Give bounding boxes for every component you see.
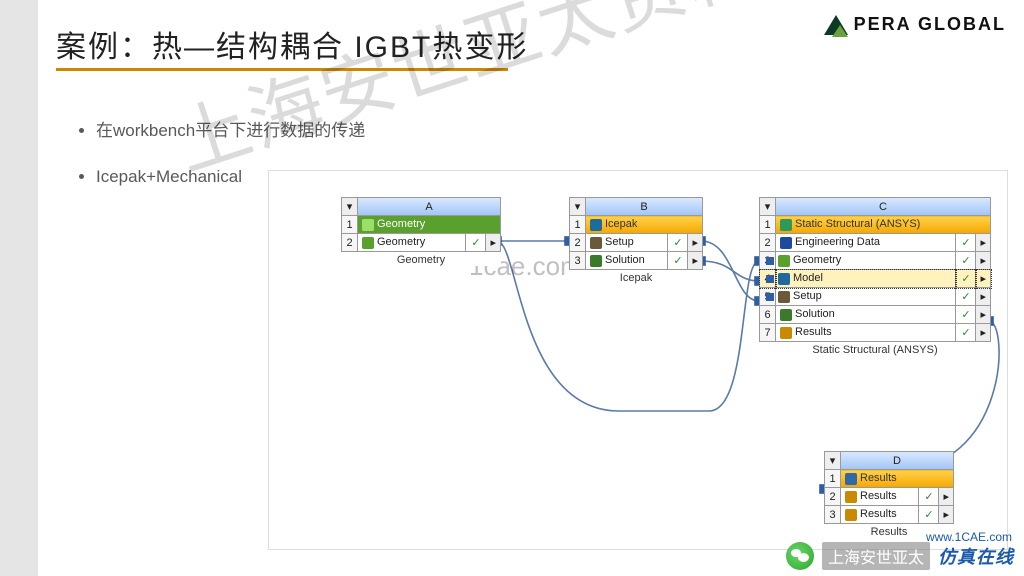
icepak-icon <box>590 219 602 231</box>
dropdown-icon[interactable]: ▾ <box>825 452 841 470</box>
setup-icon <box>778 291 790 303</box>
system-block-b[interactable]: ▾B 1Icepak 2Setup✓▸ 3Solution✓▸ Icepak <box>569 197 703 284</box>
footer-brand: 仿真在线 <box>938 543 1014 569</box>
system-header-cell[interactable]: Static Structural (ANSYS) <box>776 216 991 234</box>
check-icon: ✓ <box>668 252 688 270</box>
dropdown-icon[interactable]: ▾ <box>570 198 586 216</box>
solution-icon <box>780 309 792 321</box>
cell-model-selected[interactable]: Model <box>776 270 956 288</box>
check-icon: ✓ <box>956 324 976 342</box>
footer-right: 上海安世亚太 仿真在线 <box>786 542 1014 570</box>
column-letter: C <box>776 198 991 216</box>
wechat-icon <box>786 542 814 570</box>
dropdown-icon[interactable]: ▾ <box>342 198 358 216</box>
check-icon: ✓ <box>956 306 976 324</box>
column-letter: A <box>358 198 501 216</box>
link-port-icon <box>766 293 774 301</box>
footer-company: 上海安世亚太 <box>822 542 930 570</box>
results-icon <box>780 327 792 339</box>
check-icon: ✓ <box>919 506 939 524</box>
check-icon: ✓ <box>466 234 486 252</box>
brand-logo: PERA GLOBAL <box>824 14 1006 35</box>
geometry-icon <box>362 237 374 249</box>
link-port-icon <box>766 275 774 283</box>
cell-solution[interactable]: Solution <box>586 252 668 270</box>
cell-engineering-data[interactable]: Engineering Data <box>776 234 956 252</box>
logo-text: PERA GLOBAL <box>854 14 1006 35</box>
cell-results[interactable]: Results <box>841 488 919 506</box>
setup-icon <box>590 237 602 249</box>
solution-icon <box>590 255 602 267</box>
check-icon: ✓ <box>668 234 688 252</box>
geometry-icon <box>362 219 374 231</box>
column-letter: D <box>841 452 954 470</box>
check-icon: ✓ <box>956 234 976 252</box>
check-icon: ✓ <box>956 270 976 288</box>
check-icon: ✓ <box>956 288 976 306</box>
system-block-c[interactable]: ▾C 1Static Structural (ANSYS) 2Engineeri… <box>759 197 991 356</box>
system-block-a[interactable]: ▾A 1Geometry 2Geometry✓▸ Geometry <box>341 197 501 266</box>
geometry-icon <box>778 255 790 267</box>
system-header-cell[interactable]: Geometry <box>358 216 501 234</box>
block-caption: Geometry <box>341 254 501 266</box>
cell-geometry[interactable]: Geometry <box>358 234 466 252</box>
slide-title: 案例：热—结构耦合 IGBT热变形 <box>56 22 528 66</box>
title-underline <box>56 68 508 71</box>
check-icon: ✓ <box>919 488 939 506</box>
structural-icon <box>780 219 792 231</box>
model-icon <box>778 273 790 285</box>
results-icon <box>845 491 857 503</box>
dropdown-icon[interactable]: ▾ <box>760 198 776 216</box>
cell-setup[interactable]: Setup <box>776 288 956 306</box>
cell-results[interactable]: Results <box>841 506 919 524</box>
results-sys-icon <box>845 473 857 485</box>
cell-results[interactable]: Results <box>776 324 956 342</box>
bullet-item: 在workbench平台下进行数据的传递 <box>96 116 365 141</box>
engdata-icon <box>780 237 792 249</box>
check-icon: ✓ <box>956 252 976 270</box>
column-letter: B <box>586 198 703 216</box>
workbench-schematic: 1cae.com ▾A 1Geometry 2Geometry✓▸ Geomet… <box>268 170 1008 550</box>
block-caption: Icepak <box>569 272 703 284</box>
logo-triangle-icon <box>824 15 848 35</box>
block-caption: Static Structural (ANSYS) <box>759 344 991 356</box>
results-icon <box>845 509 857 521</box>
system-header-cell[interactable]: Results <box>841 470 954 488</box>
link-port-icon <box>766 257 774 265</box>
system-header-cell[interactable]: Icepak <box>586 216 703 234</box>
slide-side-strip <box>0 0 38 576</box>
system-block-d[interactable]: ▾D 1Results 2Results✓▸ 3Results✓▸ Result… <box>824 451 954 538</box>
cell-geometry[interactable]: Geometry <box>776 252 956 270</box>
cell-setup[interactable]: Setup <box>586 234 668 252</box>
cell-solution[interactable]: Solution <box>776 306 956 324</box>
